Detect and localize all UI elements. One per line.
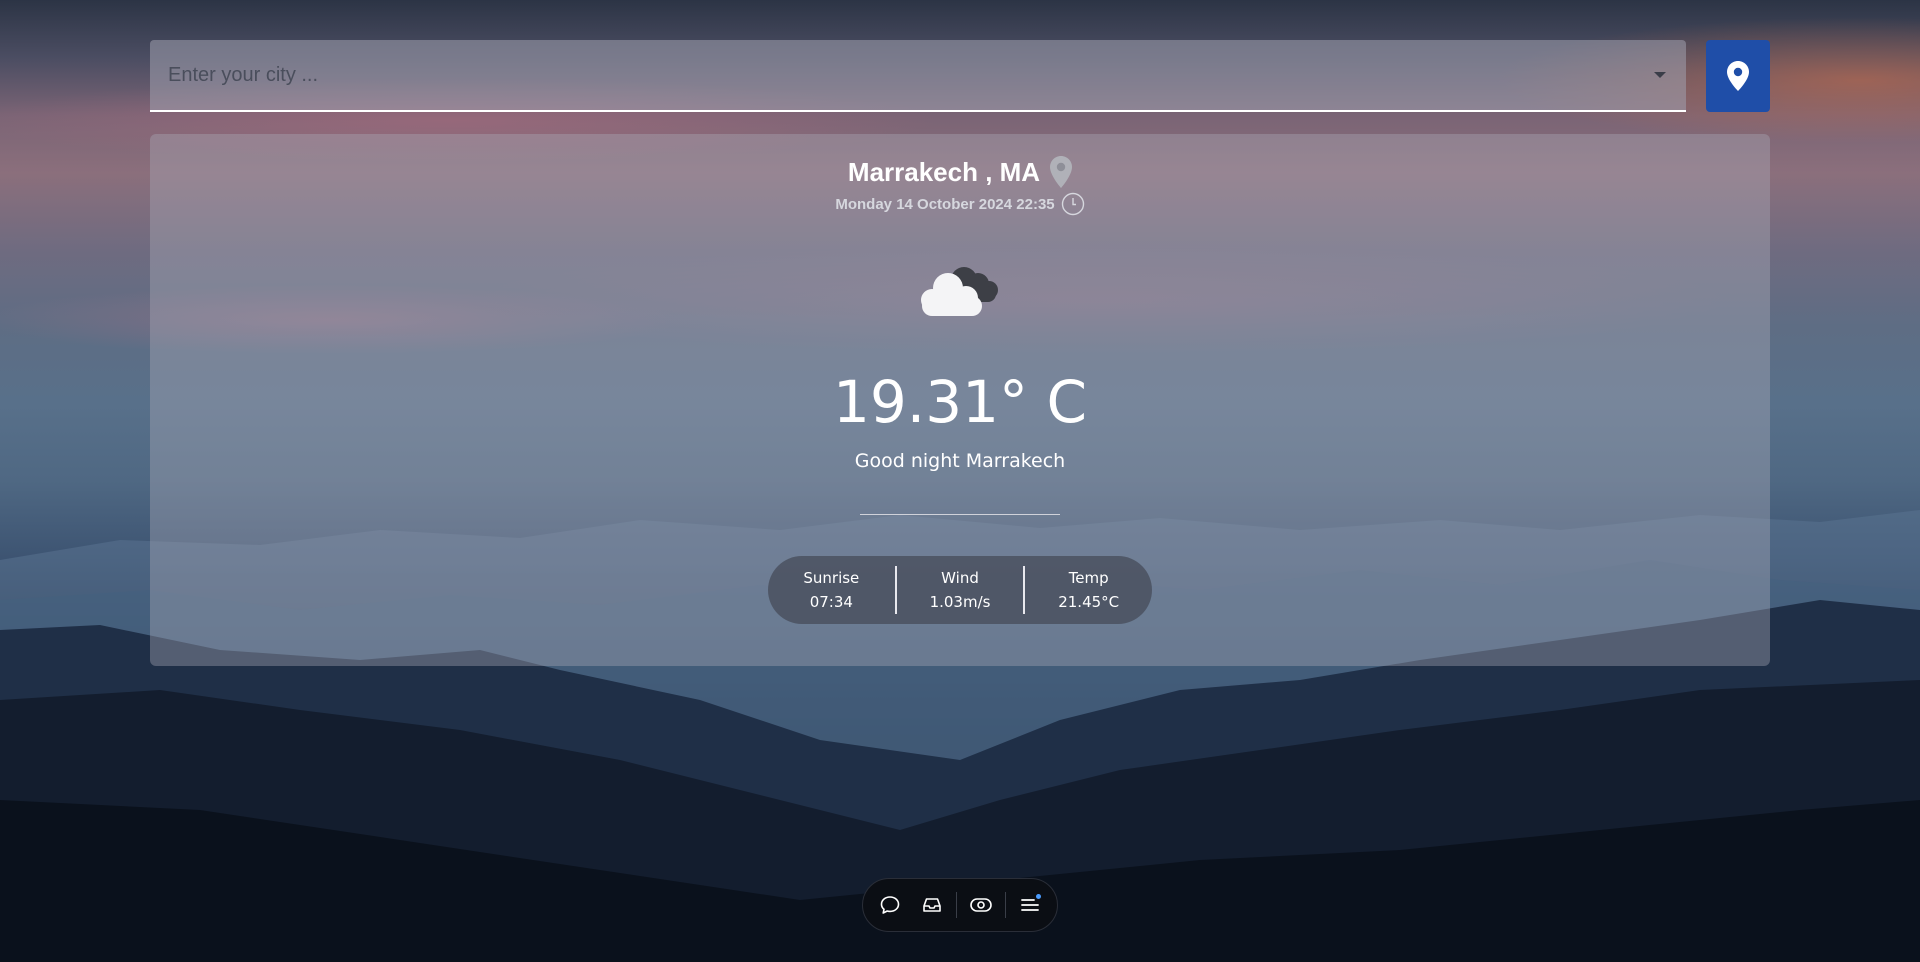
city-name: Marrakech , MA bbox=[847, 156, 1041, 187]
notification-dot bbox=[1036, 894, 1041, 899]
date-row: Monday 14 October 2024 22:35 bbox=[150, 192, 1770, 216]
chat-bubble-icon bbox=[880, 896, 900, 914]
stat-sunrise: Sunrise 07:34 bbox=[768, 569, 895, 611]
inbox-button[interactable] bbox=[914, 887, 950, 923]
dropdown-arrow-icon[interactable] bbox=[1654, 72, 1666, 78]
stat-temp: Temp 21.45°C bbox=[1025, 569, 1152, 611]
stat-value: 1.03m/s bbox=[929, 593, 991, 611]
menu-button[interactable] bbox=[1012, 887, 1048, 923]
dock-separator bbox=[1005, 892, 1006, 918]
stat-label: Temp bbox=[1068, 569, 1109, 587]
date-time: Monday 14 October 2024 22:35 bbox=[835, 195, 1055, 213]
stat-value: 07:34 bbox=[809, 593, 853, 611]
temperature: 19.31° C bbox=[833, 368, 1087, 436]
divider bbox=[860, 514, 1060, 515]
stat-value: 21.45°C bbox=[1058, 593, 1120, 611]
chat-button[interactable] bbox=[872, 887, 908, 923]
greeting-text: Good night Marrakech bbox=[854, 450, 1066, 472]
view-button[interactable] bbox=[963, 887, 999, 923]
eye-icon bbox=[970, 898, 992, 912]
inbox-icon bbox=[923, 898, 941, 912]
stat-label: Wind bbox=[941, 569, 979, 587]
weather-card: Marrakech , MA Monday 14 October 2024 22… bbox=[150, 134, 1770, 666]
cloud-icon bbox=[921, 267, 998, 316]
stat-label: Sunrise bbox=[803, 569, 860, 587]
city-search-field[interactable] bbox=[150, 40, 1686, 112]
weather-stats-panel: Sunrise 07:34 Wind 1.03m/s Temp 21.45°C bbox=[768, 556, 1152, 624]
locate-me-button[interactable] bbox=[1706, 40, 1770, 112]
dock-separator bbox=[956, 892, 957, 918]
map-pin-icon bbox=[1727, 61, 1749, 91]
city-search-input[interactable] bbox=[150, 40, 1630, 110]
city-header: Marrakech , MA bbox=[150, 156, 1770, 188]
bottom-dock bbox=[862, 878, 1058, 932]
clock-icon bbox=[1061, 192, 1084, 216]
stat-wind: Wind 1.03m/s bbox=[897, 569, 1024, 611]
location-pin-icon bbox=[1050, 156, 1073, 188]
